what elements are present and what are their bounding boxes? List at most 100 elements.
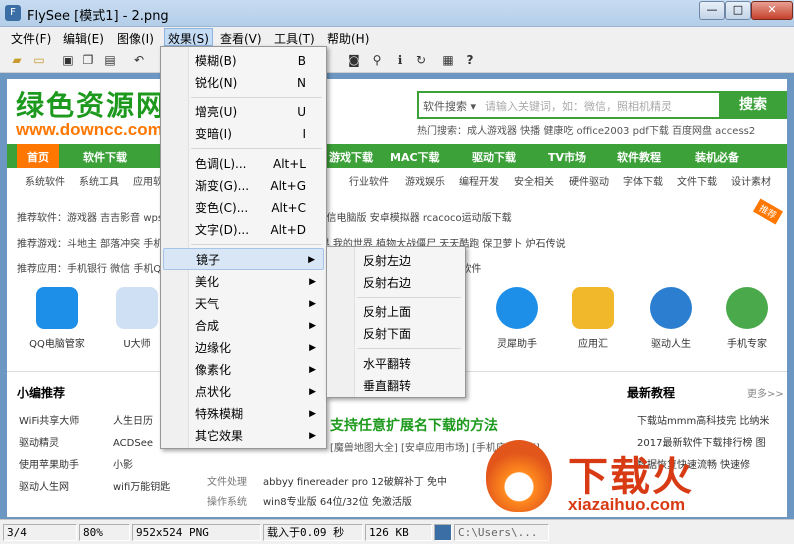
appstore-app-icon — [572, 287, 614, 329]
menu-item-edges[interactable]: 边缘化 ▶ — [163, 337, 324, 359]
maximize-button[interactable]: □ — [725, 1, 751, 20]
calculator-icon[interactable]: ▦ — [440, 52, 456, 68]
nav-essentials: 装机必备 — [695, 151, 739, 164]
menu-separator — [191, 244, 322, 245]
menu-help[interactable]: 帮助(H) — [327, 30, 369, 47]
app-tile: 灵犀助手 — [477, 287, 557, 350]
menu-item-pointillize[interactable]: 点状化 ▶ — [163, 381, 324, 403]
menu-item-label: 边缘化 — [195, 341, 232, 355]
menu-item-label: 文字(D)... — [195, 223, 250, 237]
center-items: abbyy finereader pro 12破解补丁 免中 win8专业版 6… — [263, 473, 447, 513]
watermark-text: 下载火 — [568, 454, 694, 500]
close-button[interactable]: ✕ — [751, 1, 793, 20]
menu-item-label: 镜子 — [196, 253, 221, 267]
list-item: 文件处理 — [207, 477, 247, 488]
camera-icon[interactable]: ◙ — [346, 52, 362, 68]
app-label: 驱动人生 — [651, 339, 691, 350]
menu-item-shortcut: N — [297, 76, 306, 90]
effects-menu: 模糊(B) B 锐化(N) N 增亮(U) U 变暗(I) I 色调(L)... Alt+… — [160, 46, 327, 449]
copy-icon[interactable]: ❐ — [80, 52, 96, 68]
submenu-arrow-icon: ▶ — [309, 365, 316, 375]
menu-item-flip-vertical[interactable]: 垂直翻转 — [329, 375, 463, 397]
menu-item-label: 反射左边 — [363, 254, 412, 268]
menu-item-blur[interactable]: 模糊(B) B — [163, 50, 324, 72]
menu-item-reflect-top[interactable]: 反射上面 — [329, 301, 463, 323]
menu-item-label: 特殊模糊 — [195, 407, 244, 421]
app-tile: QQ电脑管家 — [17, 287, 97, 350]
menu-item-shortcut: Alt+D — [270, 223, 306, 237]
undo-icon[interactable]: ↶ — [131, 52, 147, 68]
menu-effects[interactable]: 效果(S) — [164, 28, 213, 46]
list-item: WiFi共享大师 — [19, 416, 80, 427]
menu-item-text[interactable]: 文字(D)... Alt+D — [163, 219, 324, 241]
submenu-arrow-icon: ▶ — [309, 387, 316, 397]
status-load-time: 载入于0.09 秒 — [263, 524, 363, 541]
menu-tools[interactable]: 工具(T) — [274, 30, 315, 47]
menu-item-reflect-left[interactable]: 反射左边 — [329, 250, 463, 272]
app-label: 手机专家 — [727, 339, 767, 350]
nav-tutorials: 软件教程 — [617, 151, 661, 164]
title-bar: F FlySee [模式1] - 2.png — □ ✕ — [0, 0, 794, 27]
menu-item-label: 色调(L)... — [195, 157, 247, 171]
menu-view[interactable]: 查看(V) — [220, 30, 262, 47]
status-image-info: 952x524 PNG — [132, 524, 261, 541]
menu-image[interactable]: 图像(I) — [117, 30, 154, 47]
save-icon[interactable]: ▣ — [60, 52, 76, 68]
menu-item-label: 变暗(I) — [195, 127, 232, 141]
menu-item-special-blur[interactable]: 特殊模糊 ▶ — [163, 403, 324, 425]
menu-item-shortcut: Alt+L — [273, 157, 306, 171]
menu-file[interactable]: 文件(F) — [11, 30, 51, 47]
center-headline: 支持任意扩展名下载的方法 — [330, 418, 498, 434]
menu-item-label: 反射右边 — [363, 276, 412, 290]
menu-item-mirror[interactable]: 镜子 ▶ — [163, 248, 324, 270]
rotate-icon[interactable]: ↻ — [413, 52, 429, 68]
nav-mac: MAC下载 — [390, 151, 440, 164]
menu-item-label: 水平翻转 — [363, 357, 412, 371]
menu-item-other-effects[interactable]: 其它效果 ▶ — [163, 425, 324, 447]
menu-item-recolor[interactable]: 变色(C)... Alt+C — [163, 197, 324, 219]
site-url: www.downcc.com — [16, 120, 163, 139]
menu-item-composite[interactable]: 合成 ▶ — [163, 315, 324, 337]
app-label: 应用汇 — [578, 339, 608, 350]
browse-folder-icon[interactable]: ▭ — [31, 52, 47, 68]
app-tile: 手机专家 — [707, 287, 787, 350]
menu-item-label: 反射上面 — [363, 305, 412, 319]
menu-item-pixelate[interactable]: 像素化 ▶ — [163, 359, 324, 381]
help-icon[interactable]: ? — [462, 52, 478, 68]
adjust-icon[interactable]: ⚲ — [369, 52, 385, 68]
menu-item-sharpen[interactable]: 锐化(N) N — [163, 72, 324, 94]
subnav-item: 系统工具 — [79, 177, 119, 188]
menu-item-label: 渐变(G)... — [195, 179, 250, 193]
open-folder-icon[interactable]: ▰ — [9, 52, 25, 68]
app-label: QQ电脑管家 — [29, 339, 85, 350]
menu-item-flip-horizontal[interactable]: 水平翻转 — [329, 353, 463, 375]
menu-item-label: 增亮(U) — [195, 105, 238, 119]
driver-app-icon — [650, 287, 692, 329]
menu-item-hue[interactable]: 色调(L)... Alt+L — [163, 153, 324, 175]
menu-item-reflect-bottom[interactable]: 反射下面 — [329, 323, 463, 345]
menu-item-brighten[interactable]: 增亮(U) U — [163, 101, 324, 123]
menu-item-weather[interactable]: 天气 ▶ — [163, 293, 324, 315]
status-page: 3/4 — [3, 524, 77, 541]
menu-item-beautify[interactable]: 美化 ▶ — [163, 271, 324, 293]
minimize-button[interactable]: — — [699, 1, 725, 20]
status-path: C:\Users\... — [454, 524, 549, 541]
list-item: 操作系统 — [207, 497, 247, 508]
nav-software: 软件下载 — [83, 151, 127, 164]
xiazaihuo-watermark: 下载火 xiazaihuo.com — [476, 440, 786, 517]
menu-item-gradient[interactable]: 渐变(G)... Alt+G — [163, 175, 324, 197]
submenu-arrow-icon: ▶ — [308, 255, 315, 265]
nav-tv: TV市场 — [548, 151, 587, 164]
png-format-icon — [434, 524, 452, 541]
paste-icon[interactable]: ▤ — [102, 52, 118, 68]
menu-item-label: 反射下面 — [363, 327, 412, 341]
menu-item-darken[interactable]: 变暗(I) I — [163, 123, 324, 145]
app-logo-icon: F — [5, 5, 21, 21]
site-nav: 首页 软件下载 游戏下载 MAC下载 驱动下载 TV市场 软件教程 装机必备 — [7, 144, 787, 168]
info-icon[interactable]: ℹ — [392, 52, 408, 68]
mirror-submenu: 反射左边 反射右边 反射上面 反射下面 水平翻转 垂直翻转 — [326, 246, 466, 398]
list-item: abbyy finereader pro 12破解补丁 免中 — [263, 477, 448, 488]
menu-edit[interactable]: 编辑(E) — [63, 30, 104, 47]
list-item: wifi万能钥匙 — [113, 482, 171, 493]
menu-item-reflect-right[interactable]: 反射右边 — [329, 272, 463, 294]
